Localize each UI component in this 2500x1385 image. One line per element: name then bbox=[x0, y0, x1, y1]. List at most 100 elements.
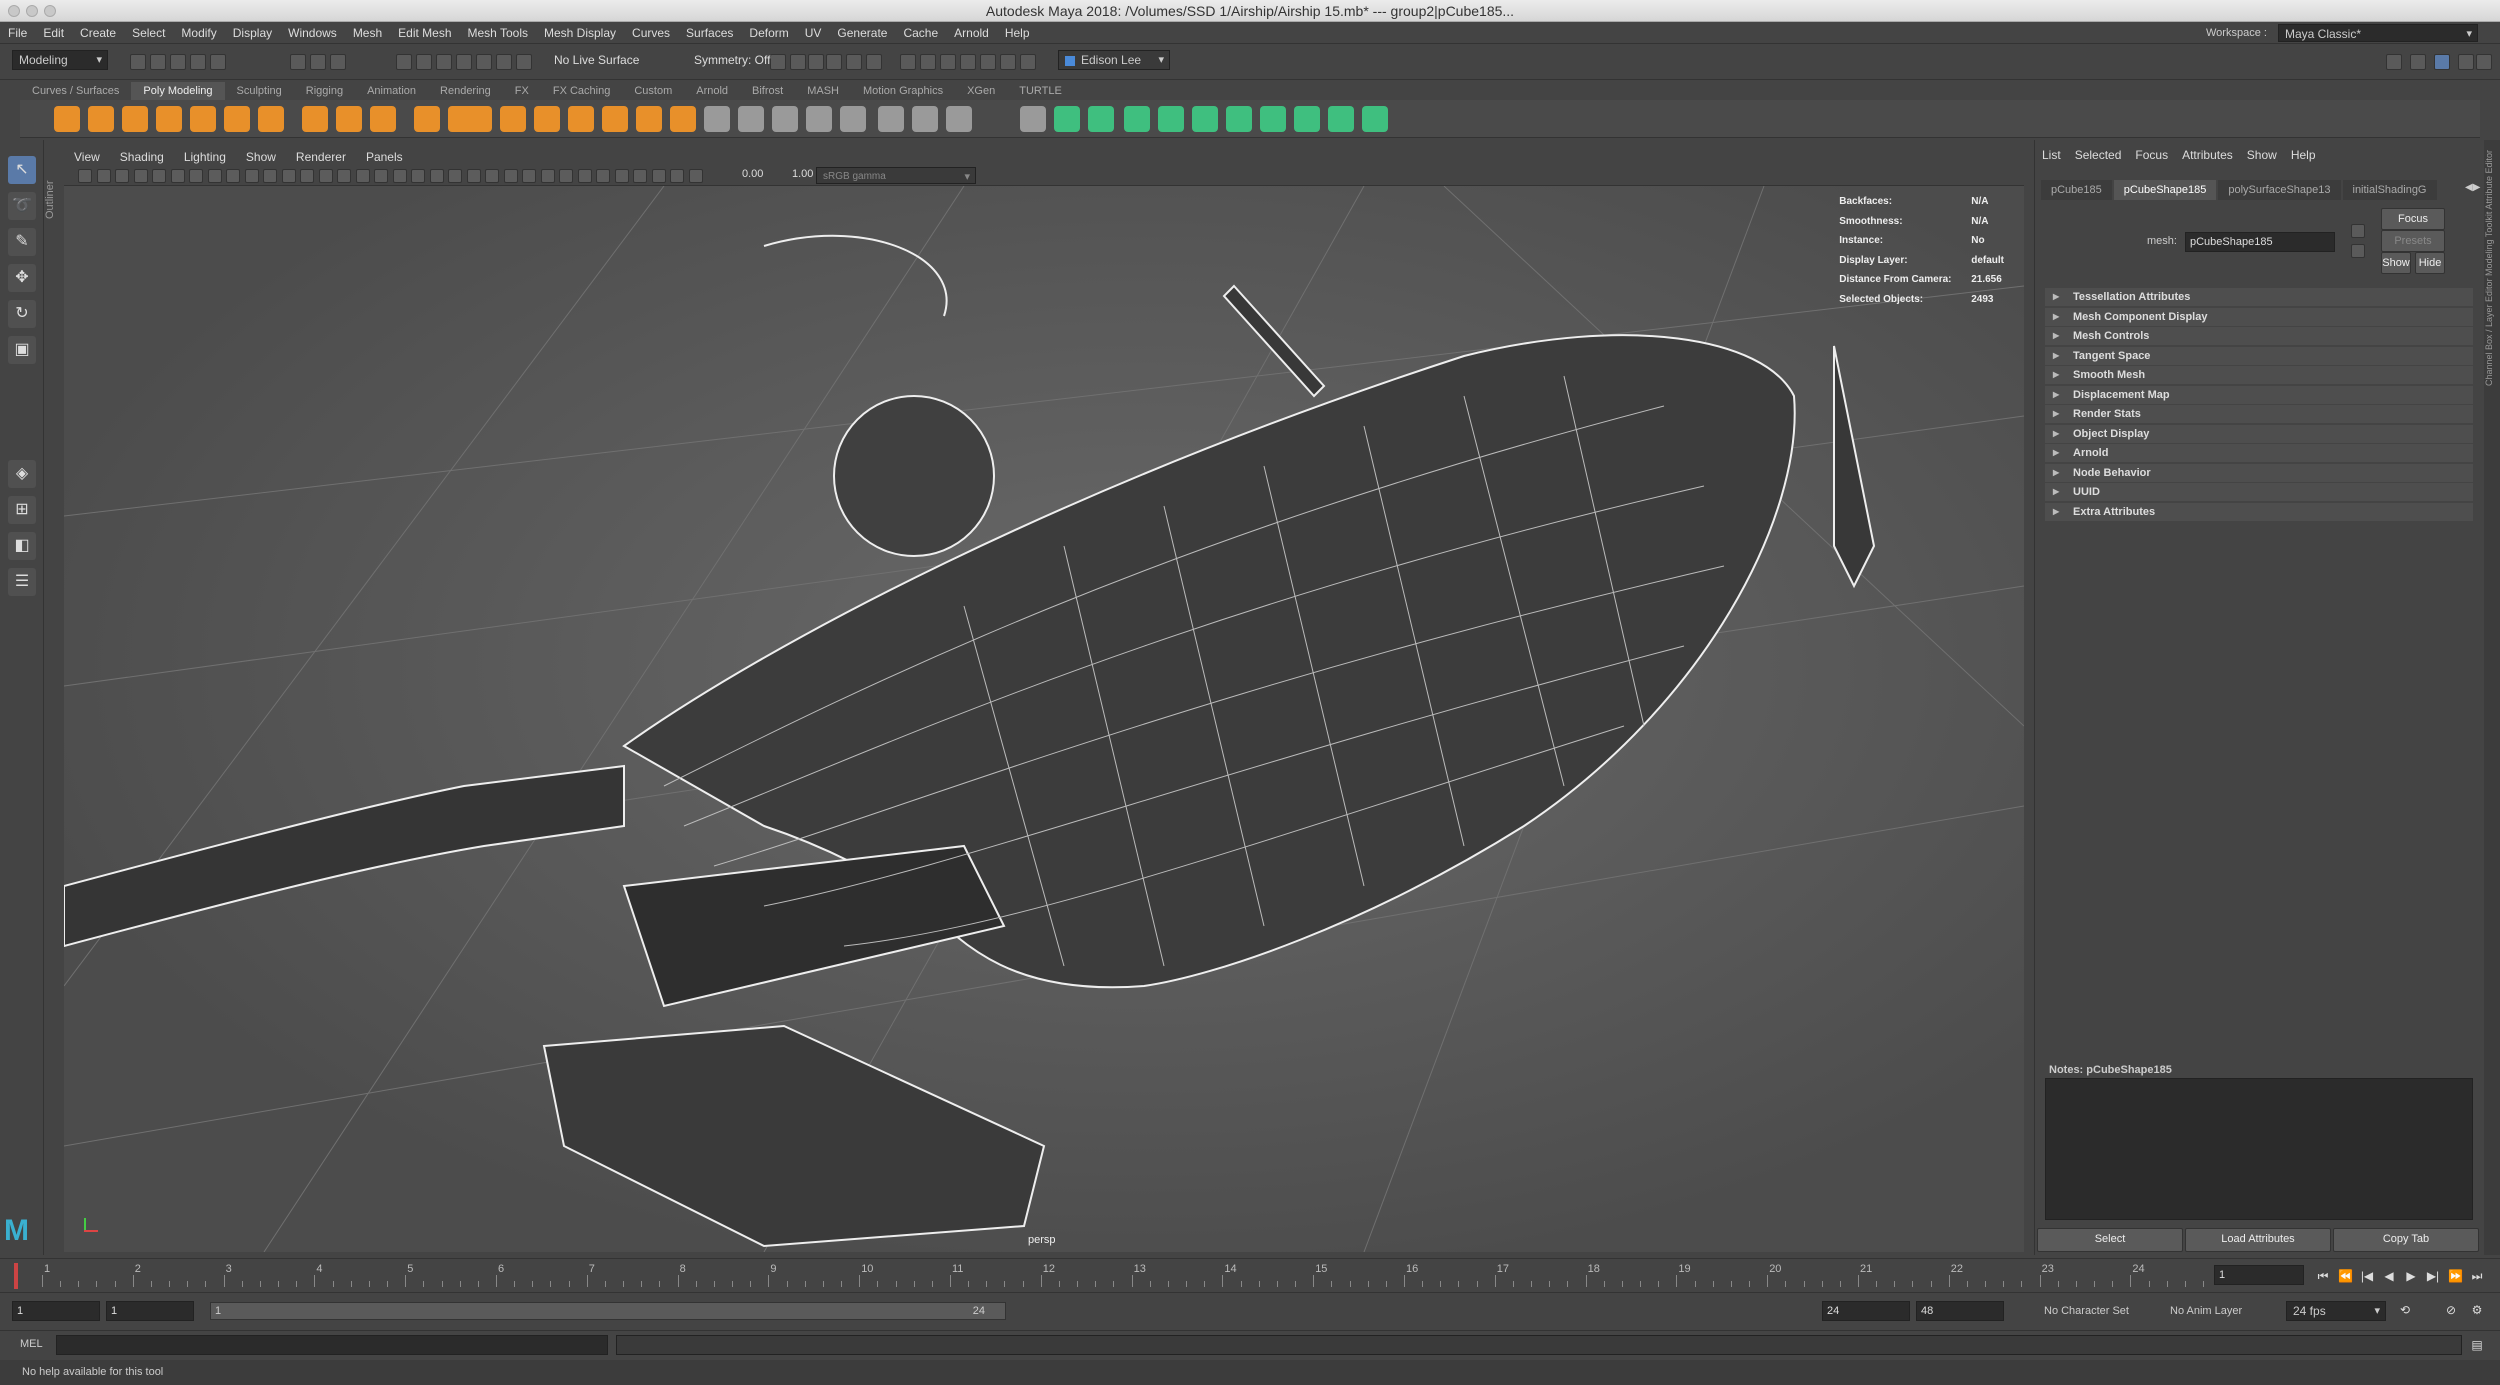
ae-section-tessellation-attributes[interactable]: Tessellation Attributes bbox=[2045, 288, 2473, 306]
menuset-dropdown[interactable]: Modeling bbox=[12, 50, 108, 70]
settings-gear-icon[interactable] bbox=[2476, 54, 2492, 70]
minimize-window-button[interactable] bbox=[26, 5, 38, 17]
command-input[interactable] bbox=[56, 1335, 608, 1355]
statusline-tool-icon[interactable] bbox=[516, 54, 532, 70]
shelf-tab-custom[interactable]: Custom bbox=[622, 82, 684, 100]
command-language-label[interactable]: MEL bbox=[20, 1338, 43, 1350]
step-forward-frame-icon[interactable]: ▶| bbox=[2426, 1269, 2440, 1283]
ae-section-uuid[interactable]: UUID bbox=[2045, 483, 2473, 501]
ae-tab-polysurfaceshape13[interactable]: polySurfaceShape13 bbox=[2218, 180, 2341, 200]
menu-help[interactable]: Help bbox=[997, 22, 1038, 44]
step-back-key-icon[interactable]: ⏪ bbox=[2338, 1269, 2353, 1283]
shelf-tool-icon[interactable] bbox=[1362, 106, 1388, 132]
shelf-tool-icon[interactable] bbox=[1020, 106, 1046, 132]
shelf-tab-xgen[interactable]: XGen bbox=[955, 82, 1007, 100]
toggle-panel-icon[interactable] bbox=[2434, 54, 2450, 70]
copy-tab-button[interactable]: Copy Tab bbox=[2333, 1228, 2479, 1252]
statusline-tool-icon[interactable] bbox=[436, 54, 452, 70]
menu-arnold[interactable]: Arnold bbox=[946, 22, 997, 44]
scale-tool-icon[interactable]: ▣ bbox=[8, 336, 36, 364]
perspective-viewport[interactable]: View Shading Lighting Show Renderer Panels 0.… bbox=[64, 148, 2024, 1252]
user-account-dropdown[interactable]: Edison Lee bbox=[1058, 50, 1170, 70]
animation-end-field[interactable]: 48 bbox=[1916, 1301, 2004, 1321]
hide-button[interactable]: Hide bbox=[2415, 252, 2445, 274]
ae-menu-attributes[interactable]: Attributes bbox=[2175, 146, 2240, 164]
viewport-menu-panels[interactable]: Panels bbox=[356, 148, 413, 166]
anim-prefs-icon[interactable]: ⚙ bbox=[2470, 1303, 2484, 1317]
statusline-tool-icon[interactable] bbox=[496, 54, 512, 70]
shelf-tool-icon[interactable] bbox=[1328, 106, 1354, 132]
fps-dropdown[interactable]: 24 fps bbox=[2286, 1301, 2386, 1321]
menu-uv[interactable]: UV bbox=[797, 22, 830, 44]
shelf-tool-icon[interactable] bbox=[1192, 106, 1218, 132]
statusline-tool-icon[interactable] bbox=[416, 54, 432, 70]
shelf-tab-fx-caching[interactable]: FX Caching bbox=[541, 82, 622, 100]
play-backwards-icon[interactable]: ◀ bbox=[2382, 1269, 2396, 1283]
viewport-toolbar-icon[interactable] bbox=[337, 169, 351, 183]
viewport-toolbar-icon[interactable] bbox=[226, 169, 240, 183]
viewport-menu-shading[interactable]: Shading bbox=[110, 148, 174, 166]
shelf-tool-icon[interactable] bbox=[54, 106, 80, 132]
viewport-menu-view[interactable]: View bbox=[64, 148, 110, 166]
focus-button[interactable]: Focus bbox=[2381, 208, 2445, 230]
statusline-tool-icon[interactable] bbox=[210, 54, 226, 70]
viewport-toolbar-icon[interactable] bbox=[577, 169, 592, 183]
shelf-tool-icon[interactable] bbox=[190, 106, 216, 132]
ae-section-mesh-controls[interactable]: Mesh Controls bbox=[2045, 327, 2473, 345]
go-to-start-icon[interactable]: ⏮ bbox=[2316, 1269, 2330, 1283]
time-slider[interactable]: 1 2 3 4 5 6 7 8 9 10 11 12 13 14 15 16 17 18 19 20 21 22 23 24 … bbox=[0, 1258, 2500, 1290]
viewport-toolbar-icon[interactable] bbox=[614, 169, 629, 183]
shelf-tab-turtle[interactable]: TURTLE bbox=[1007, 82, 1074, 100]
ae-section-smooth-mesh[interactable]: Smooth Mesh bbox=[2045, 366, 2473, 384]
shelf-tool-icon[interactable] bbox=[336, 106, 362, 132]
menu-display[interactable]: Display bbox=[225, 22, 280, 44]
menu-curves[interactable]: Curves bbox=[624, 22, 678, 44]
viewport-toolbar-icon[interactable] bbox=[318, 169, 333, 183]
ae-section-tangent-space[interactable]: Tangent Space bbox=[2045, 346, 2473, 365]
menu-select[interactable]: Select bbox=[124, 22, 173, 44]
shelf-tab-mash[interactable]: MASH bbox=[795, 82, 851, 100]
shelf-tab-poly-modeling[interactable]: Poly Modeling bbox=[131, 82, 225, 100]
play-forwards-icon[interactable]: ▶ bbox=[2404, 1269, 2418, 1283]
menu-edit[interactable]: Edit bbox=[35, 22, 72, 44]
select-tool-icon[interactable]: ↖ bbox=[8, 156, 36, 184]
ae-tab-pcubeshape185[interactable]: pCubeShape185 bbox=[2113, 180, 2217, 200]
viewport-toolbar-icon[interactable] bbox=[115, 169, 129, 183]
ae-tab-initialshadingg[interactable]: initialShadingG bbox=[2342, 180, 2437, 200]
shelf-tool-icon[interactable] bbox=[704, 106, 730, 132]
menu-mesh[interactable]: Mesh bbox=[345, 22, 390, 44]
ae-menu-selected[interactable]: Selected bbox=[2068, 146, 2129, 164]
viewport-toolbar-icon[interactable] bbox=[244, 169, 259, 183]
viewport-toolbar-icon[interactable] bbox=[670, 169, 684, 183]
viewport-toolbar-icon[interactable] bbox=[429, 169, 444, 183]
statusline-tool-icon[interactable] bbox=[396, 54, 412, 70]
presets-button[interactable]: Presets bbox=[2381, 230, 2445, 252]
shelf-tool-icon[interactable] bbox=[500, 106, 526, 132]
shelf-tool-icon[interactable] bbox=[224, 106, 250, 132]
shelf-tool-icon[interactable] bbox=[156, 106, 182, 132]
viewport-toolbar-icon[interactable] bbox=[466, 169, 481, 183]
lasso-tool-icon[interactable]: ➰ bbox=[8, 192, 36, 220]
outliner-tab[interactable]: Outliner bbox=[44, 140, 64, 260]
viewport-toolbar-icon[interactable] bbox=[152, 169, 166, 183]
paint-select-tool-icon[interactable]: ✎ bbox=[8, 228, 36, 256]
viewport-toolbar-icon[interactable] bbox=[374, 169, 388, 183]
statusline-tool-icon[interactable] bbox=[790, 54, 806, 70]
viewport-toolbar-icon[interactable] bbox=[392, 169, 407, 183]
statusline-tool-icon[interactable] bbox=[170, 54, 186, 70]
statusline-tool-icon[interactable] bbox=[980, 54, 996, 70]
statusline-tool-icon[interactable] bbox=[900, 54, 916, 70]
viewport-toolbar-icon[interactable] bbox=[207, 169, 222, 183]
shelf-tool-icon[interactable] bbox=[1158, 106, 1184, 132]
range-bar[interactable]: 1 24 bbox=[210, 1302, 1006, 1320]
notes-textarea[interactable] bbox=[2045, 1078, 2473, 1220]
viewport-toolbar-icon[interactable] bbox=[651, 169, 666, 183]
ae-menu-list[interactable]: List bbox=[2035, 146, 2068, 164]
animation-start-field[interactable]: 1 bbox=[12, 1301, 100, 1321]
shelf-tool-icon[interactable] bbox=[912, 106, 938, 132]
anim-layer-dropdown[interactable]: No Anim Layer bbox=[2170, 1305, 2242, 1317]
viewport-toolbar-icon[interactable] bbox=[78, 169, 92, 183]
viewport-menu-renderer[interactable]: Renderer bbox=[286, 148, 356, 166]
viewport-toolbar-icon[interactable] bbox=[559, 169, 573, 183]
layout-icon[interactable] bbox=[2458, 54, 2474, 70]
